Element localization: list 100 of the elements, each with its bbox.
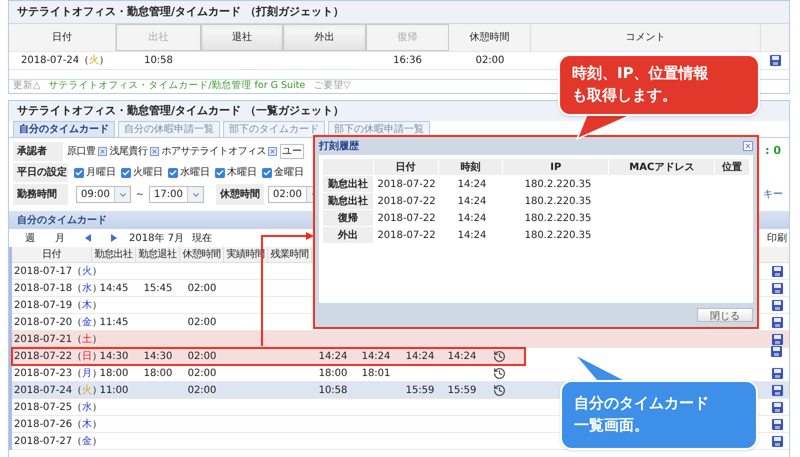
punch-button[interactable]: 外出 [283, 24, 366, 51]
row-label: 勤怠出社 [323, 176, 373, 192]
checkbox-label: 水曜日 [180, 166, 210, 180]
print-link[interactable]: 印刷 [767, 230, 787, 246]
punch-button[interactable]: 退社 [201, 24, 283, 51]
history-icon[interactable] [493, 350, 506, 362]
history-icon[interactable] [493, 366, 506, 380]
save-icon[interactable] [772, 436, 783, 446]
table-cell-text: 14:24 [362, 350, 390, 364]
date-text: 2018-07-25（水） [14, 402, 102, 412]
table-cell-text: 02:00 [188, 316, 216, 330]
table-cell-text: 10:58 [144, 54, 173, 68]
product-link[interactable]: サテライトオフィス・タイムカード/勤怠管理 for G Suite [48, 79, 306, 94]
field-label: 平日の設定 [13, 163, 68, 182]
table-cell-text: 15:59 [448, 384, 476, 398]
table-cell-text: 02:00 [188, 350, 216, 364]
date-text: 2018-07-19（木） [14, 300, 102, 310]
table-cell-text: 15:59 [406, 384, 434, 398]
checkbox[interactable] [215, 168, 225, 178]
table-cell-text: 14:24 [406, 350, 434, 364]
column-header: IP [503, 159, 608, 175]
table-cell-text: 11:45 [100, 316, 128, 330]
remaining-count: : 0 [765, 143, 782, 160]
month-link[interactable]: 月 [55, 230, 65, 246]
checkbox-label: 木曜日 [227, 166, 257, 180]
time-select[interactable]: 09:00 [76, 186, 131, 203]
column-header: 休憩時間 [180, 247, 224, 262]
column-header: 残業時間 [268, 247, 312, 262]
table-cell-text: 14:45 [100, 282, 128, 296]
approver-name: 浅尾貴行 [110, 144, 148, 159]
save-icon[interactable] [770, 55, 780, 66]
shortcut-link[interactable]: キー [763, 187, 785, 202]
table-cell-text: 02:00 [188, 282, 216, 296]
table-cell-text: 2018-07-22 [376, 194, 437, 208]
table-cell-text: 14:24 [456, 178, 488, 192]
column-header: MACアドレス [609, 159, 714, 175]
table-cell-text: 2018-07-22 [376, 228, 437, 242]
date-text: 2018-07-27（金） [14, 436, 102, 446]
timecard-row[interactable]: 2018-07-22（日）14:30 14:30 02:00 14:24 14:24 14:24 14:24 [12, 348, 525, 365]
table-cell-text: 180.2.220.35 [524, 194, 592, 208]
date-text: 2018-07-21（土） [14, 334, 102, 344]
save-icon[interactable] [772, 368, 783, 378]
time-select[interactable]: 17:00 [149, 186, 204, 203]
checkbox[interactable] [74, 168, 84, 178]
save-icon[interactable] [772, 384, 783, 396]
save-icon[interactable] [772, 334, 783, 344]
column-header: 時刻 [438, 159, 502, 175]
column-header: 位置 [715, 159, 749, 175]
date-text: 2018-07-17（火） [14, 266, 102, 276]
table-cell-text: 18:01 [362, 366, 390, 380]
timecard-row[interactable]: 2018-07-21（土） [12, 331, 789, 348]
table-cell-text: 2018-07-22 [376, 178, 437, 192]
table-cell-text: 14:24 [456, 194, 488, 208]
table-cell-text: 02:00 [188, 366, 216, 380]
field-label: 勤務時間 [13, 184, 68, 205]
table-cell-text: 14:24 [318, 350, 348, 364]
table-cell-text: 14:30 [100, 350, 128, 364]
field-label: 承認者 [13, 142, 63, 161]
history-icon[interactable] [493, 384, 506, 396]
table-cell-text: 14:24 [456, 212, 488, 226]
remove-icon[interactable] [98, 147, 106, 156]
approver-name: 原口豊 [67, 144, 96, 159]
range-separator: ～ [135, 188, 145, 202]
dialog-title: 打刻履歴 [319, 140, 359, 154]
checkbox[interactable] [262, 168, 272, 178]
save-icon[interactable] [772, 300, 783, 310]
checkbox[interactable] [168, 168, 178, 178]
next-icon[interactable] [111, 234, 117, 242]
column-header: 勤怠出社 [92, 247, 136, 262]
close-button[interactable]: 閉じる [697, 308, 753, 322]
approver-name: ホアサテライトオフィス [162, 145, 266, 159]
user-select[interactable]: ユー [280, 144, 304, 159]
table-cell-text: 2018-07-22 [376, 212, 437, 226]
save-icon[interactable] [772, 316, 783, 328]
checkbox[interactable] [121, 168, 131, 178]
table-cell-text: 14:24 [456, 228, 488, 242]
remove-icon[interactable] [150, 147, 158, 156]
save-icon[interactable] [771, 346, 782, 357]
table-cell-text: 180.2.220.35 [524, 212, 592, 226]
column-header: 日付 [12, 247, 92, 262]
row-label: 復帰 [323, 210, 373, 226]
column-header: 日付 [374, 159, 438, 175]
remove-icon[interactable] [268, 147, 277, 156]
table-cell-text: 18:00 [100, 366, 128, 380]
table-cell-text: 14:24 [448, 350, 476, 364]
save-icon[interactable] [772, 282, 783, 294]
tab[interactable]: 自分のタイムカード [13, 121, 115, 137]
current-link[interactable]: 現在 [192, 230, 212, 246]
week-link[interactable]: 週 [25, 230, 35, 246]
table-cell-text: 11:00 [100, 384, 128, 398]
save-icon[interactable] [772, 402, 783, 412]
table-cell-text: 18:00 [318, 366, 348, 380]
table-cell-text: 02:00 [188, 384, 216, 398]
close-icon[interactable] [743, 141, 753, 151]
save-icon[interactable] [772, 418, 783, 430]
column-header: 休憩時間 [449, 24, 531, 51]
save-icon[interactable] [772, 266, 783, 276]
previous-icon[interactable] [85, 234, 91, 242]
row-label: 勤怠出社 [323, 193, 373, 209]
timecard-row[interactable]: 2018-07-23（月）18:00 18:00 02:00 18:00 18:01 [12, 365, 789, 382]
